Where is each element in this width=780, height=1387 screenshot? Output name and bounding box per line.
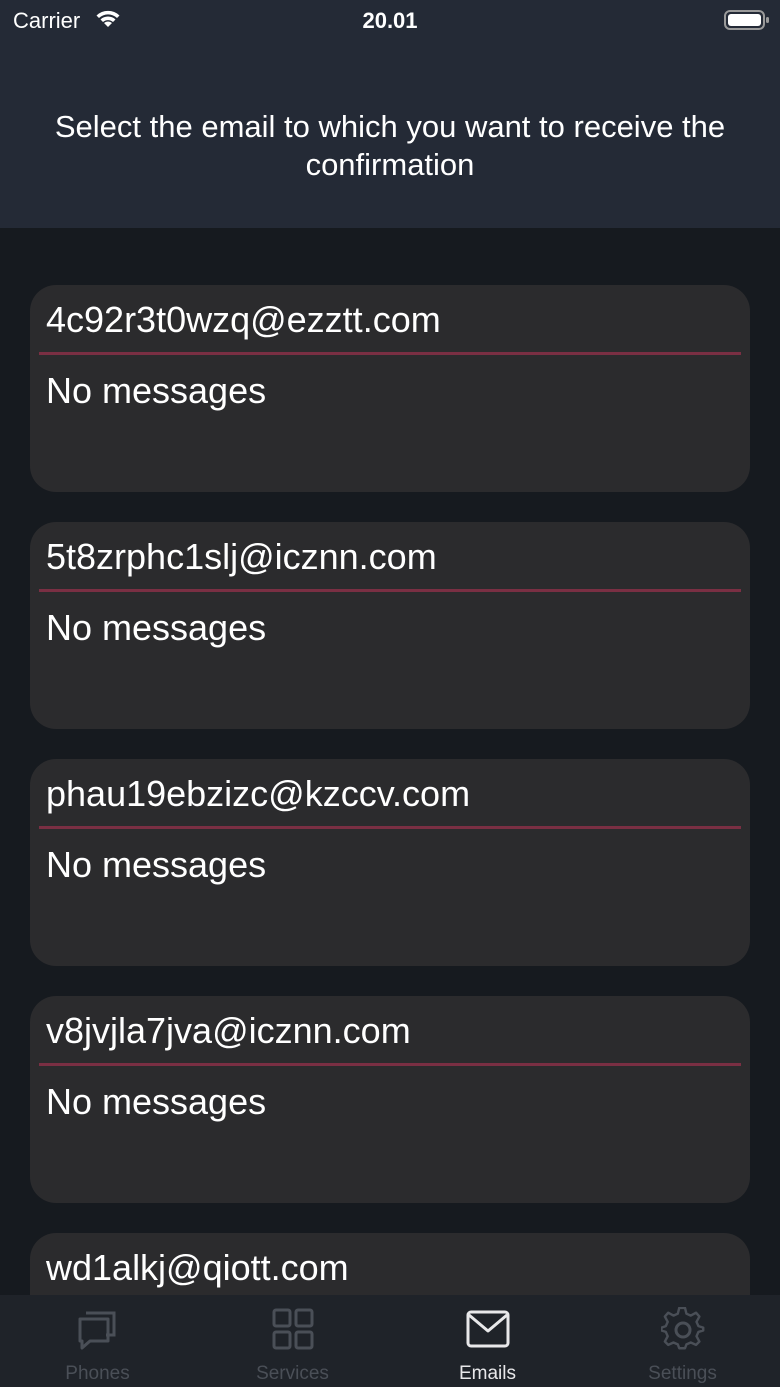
header: Carrier 20.01 Select the email to which …	[0, 0, 780, 228]
clock: 20.01	[362, 8, 418, 33]
email-address: 5t8zrphc1slj@icznn.com	[46, 536, 437, 577]
email-address: v8jvjla7jva@icznn.com	[46, 1010, 411, 1051]
tab-settings[interactable]: Settings	[585, 1295, 780, 1387]
card-divider	[39, 1063, 741, 1066]
chat-bubbles-icon	[78, 1311, 116, 1350]
message-status: No messages	[46, 370, 267, 411]
message-status: No messages	[46, 1081, 267, 1122]
page-title: Select the email to which you want to re…	[54, 109, 726, 182]
gear-icon	[661, 1307, 705, 1350]
email-card[interactable]: v8jvjla7jva@icznn.com No messages	[30, 996, 750, 1203]
screen: Carrier 20.01 Select the email to which …	[0, 0, 780, 1387]
email-address: phau19ebzizc@kzccv.com	[46, 773, 471, 814]
tab-bar: Phones Services Emails Settings	[0, 1295, 780, 1387]
email-card[interactable]: phau19ebzizc@kzccv.com No messages	[30, 759, 750, 966]
card-divider	[39, 826, 741, 829]
email-address: 4c92r3t0wzq@ezztt.com	[46, 299, 441, 340]
email-card[interactable]: 4c92r3t0wzq@ezztt.com No messages	[30, 285, 750, 492]
email-address: wd1alkj@qiott.com	[46, 1247, 349, 1288]
email-card[interactable]: wd1alkj@qiott.com	[30, 1233, 750, 1295]
card-divider	[39, 352, 741, 355]
message-status: No messages	[46, 607, 267, 648]
tab-emails[interactable]: Emails	[390, 1295, 585, 1387]
tab-services[interactable]: Services	[195, 1295, 390, 1387]
tab-phones[interactable]: Phones	[0, 1295, 195, 1387]
envelope-icon	[466, 1310, 510, 1348]
tab-label: Phones	[65, 1363, 130, 1384]
message-status: No messages	[46, 844, 267, 885]
card-divider	[39, 589, 741, 592]
email-list[interactable]: 4c92r3t0wzq@ezztt.com No messages 5t8zrp…	[0, 228, 780, 1295]
email-card[interactable]: 5t8zrphc1slj@icznn.com No messages	[30, 522, 750, 729]
grid-icon	[272, 1308, 314, 1350]
tab-label: Settings	[648, 1363, 717, 1384]
status-bar: Carrier 20.01	[0, 0, 780, 40]
tab-label: Services	[256, 1363, 329, 1384]
tab-label: Emails	[458, 1363, 516, 1384]
battery-icon	[724, 10, 769, 30]
